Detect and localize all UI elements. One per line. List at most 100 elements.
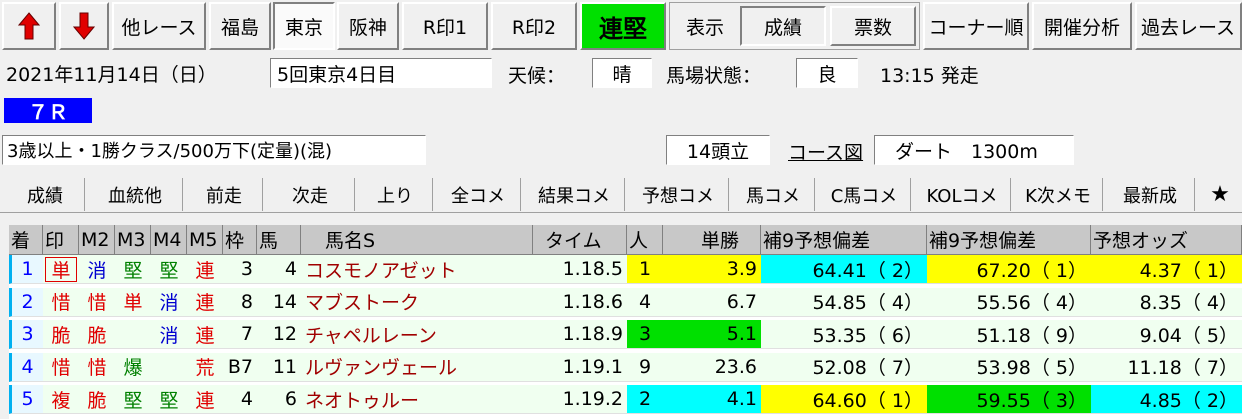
cell-num: 4 [257,255,301,284]
cell-m5: 連 [187,385,223,414]
header-win-odds[interactable]: 単勝 [663,225,761,255]
tab-pedigree[interactable]: 血統他 [88,178,183,211]
table-row[interactable]: 1 単消堅堅連 3 4 コスモノアゼット 1.18.5 1 3.9 64.41（ 2） 67.20… [9,255,1242,284]
track-field: 良 [796,58,858,88]
header-dev1[interactable]: 補9予想偏差 [761,225,927,255]
tab-kol-comments[interactable]: KOLコメ [914,178,1011,211]
cell-pop: 3 [627,320,663,349]
tab-results[interactable]: 成績 [6,178,85,211]
cell-pred: 11.18（ 7） [1091,353,1242,382]
tab-last-race[interactable]: 前走 [186,178,263,211]
header-pred-odds[interactable]: 予想オッズ [1091,225,1242,255]
table-row[interactable]: 5 複脆堅堅連 4 6 ネオトゥルー 1.19.2 2 4.1 64.60（ 1） 59.55（ … [9,385,1242,414]
cell-m4: 消 [151,320,187,349]
tab-horse-comments[interactable]: 馬コメ [732,178,815,211]
header-popularity[interactable]: 人 [627,225,663,255]
meeting-analysis-button[interactable]: 開催分析 [1032,2,1132,50]
cell-dev2: 55.56（ 4） [927,288,1091,317]
cell-dev1: 54.85（ 4） [761,288,927,317]
track-label: 馬場状態： [666,65,762,87]
venue-hanshin-button[interactable]: 阪神 [337,2,399,50]
cell-dev1: 53.35（ 6） [761,320,927,349]
header-m3[interactable]: M3 [115,225,151,255]
header-m2[interactable]: M2 [79,225,115,255]
view-votes-toggle[interactable]: 票数 [830,6,916,46]
cell-odds: 23.6 [663,353,761,382]
detail-tabs: 成績 血統他 前走 次走 上り 全コメ 結果コメ 予想コメ 馬コメ C馬コメ K… [0,176,1242,213]
cell-odds: 3.9 [663,255,761,284]
cell-m3: 堅 [115,385,151,414]
tab-next-race[interactable]: 次走 [266,178,355,211]
header-m4[interactable]: M4 [151,225,187,255]
table-row[interactable]: 3 脆脆消連 7 12 チャペルレーン 1.18.9 3 5.1 53.35（ 6） 51.18（… [9,320,1242,349]
race-conditions: 3歳以上・1勝クラス/500万下(定量)(混) [2,135,426,165]
header-waku[interactable]: 枠 [223,225,257,255]
cell-name: ネオトゥルー [301,385,533,414]
venue-tokyo-button[interactable]: 東京 [273,2,335,50]
prev-race-button[interactable] [2,2,56,50]
cell-waku: 8 [223,288,257,317]
cell-waku: B7 [223,353,257,382]
cell-name: ルヴァンヴェール [301,353,533,382]
tab-k-next-memo[interactable]: K次メモ [1014,178,1103,211]
r-mark1-button[interactable]: R印1 [402,2,488,50]
header-horse-name[interactable]: 馬名S [301,225,533,255]
tab-star[interactable]: ★ [1198,178,1242,211]
header-mark[interactable]: 印 [43,225,79,255]
bet-type-button[interactable]: 連堅 [580,2,666,50]
cell-pred: 9.04（ 5） [1091,320,1242,349]
cell-m4 [151,353,187,382]
cell-num: 11 [257,353,301,382]
past-races-button[interactable]: 過去レース [1135,2,1242,50]
red-down-arrow-icon [73,12,95,40]
tab-prediction-comments[interactable]: 予想コメ [628,178,729,211]
course-map-link[interactable]: コース図 [788,138,863,165]
start-time: 13:15 発走 [880,65,979,87]
header-dev2[interactable]: 補9予想偏差 [927,225,1091,255]
corner-order-button[interactable]: コーナー順 [923,2,1029,50]
cell-pop: 9 [627,353,663,382]
display-toggle-group: 表示 成績 票数 [669,2,920,50]
results-table: 着 印 M2 M3 M4 M5 枠 馬 馬名S タイム 人 単勝 補9予想偏差 … [9,225,1242,419]
red-up-arrow-icon [18,12,40,40]
course-field: ダート 1300m [874,135,1074,165]
other-race-button[interactable]: 他レース [112,2,206,50]
cell-time: 1.18.9 [533,320,627,349]
tab-latest[interactable]: 最新成 [1106,178,1195,211]
tab-c-horse-comments[interactable]: C馬コメ [818,178,911,211]
cell-name: マブストーク [301,288,533,317]
venue-fukushima-button[interactable]: 福島 [209,2,271,50]
table-row[interactable]: 4 惜惜爆荒 B7 11 ルヴァンヴェール 1.19.1 9 23.6 52.08（ 7） 53.… [9,352,1242,382]
cell-pred: 8.35（ 4） [1091,288,1242,317]
next-race-button[interactable] [59,2,109,50]
table-row[interactable]: 2 惜惜単消連 8 14 マブストーク 1.18.6 4 6.7 54.85（ 4） 55.56（… [9,287,1242,317]
tab-final-furlong[interactable]: 上り [358,178,433,211]
header-m5[interactable]: M5 [187,225,223,255]
tab-result-comments[interactable]: 結果コメ [524,178,625,211]
cell-waku: 3 [223,255,257,284]
cell-waku: 4 [223,385,257,414]
cell-odds: 5.1 [663,320,761,349]
cell-m3: 堅 [115,255,151,284]
cell-dev1: 64.41（ 2） [761,255,927,284]
header-time[interactable]: タイム [533,225,627,255]
race-number-badge: ７Ｒ [4,98,92,124]
weather-label: 天候： [508,65,566,87]
view-results-toggle[interactable]: 成績 [740,6,826,46]
cell-time: 1.19.1 [533,353,627,382]
cell-dev1: 52.08（ 7） [761,353,927,382]
header-horse-number[interactable]: 馬 [257,225,301,255]
tab-all-comments[interactable]: 全コメ [436,178,521,211]
cell-m5: 連 [187,288,223,317]
cell-rank: 2 [9,287,43,317]
header-rank[interactable]: 着 [9,225,43,255]
cell-m4: 堅 [151,255,187,284]
cell-waku: 7 [223,320,257,349]
cell-m2: 惜 [79,353,115,382]
cell-dev2: 59.55（ 3） [927,385,1091,414]
cell-name: コスモノアゼット [301,255,533,284]
r-mark2-button[interactable]: R印2 [491,2,577,50]
cell-rank: 3 [9,320,43,349]
cell-m5: 連 [187,320,223,349]
cell-mark: 複 [43,385,79,414]
